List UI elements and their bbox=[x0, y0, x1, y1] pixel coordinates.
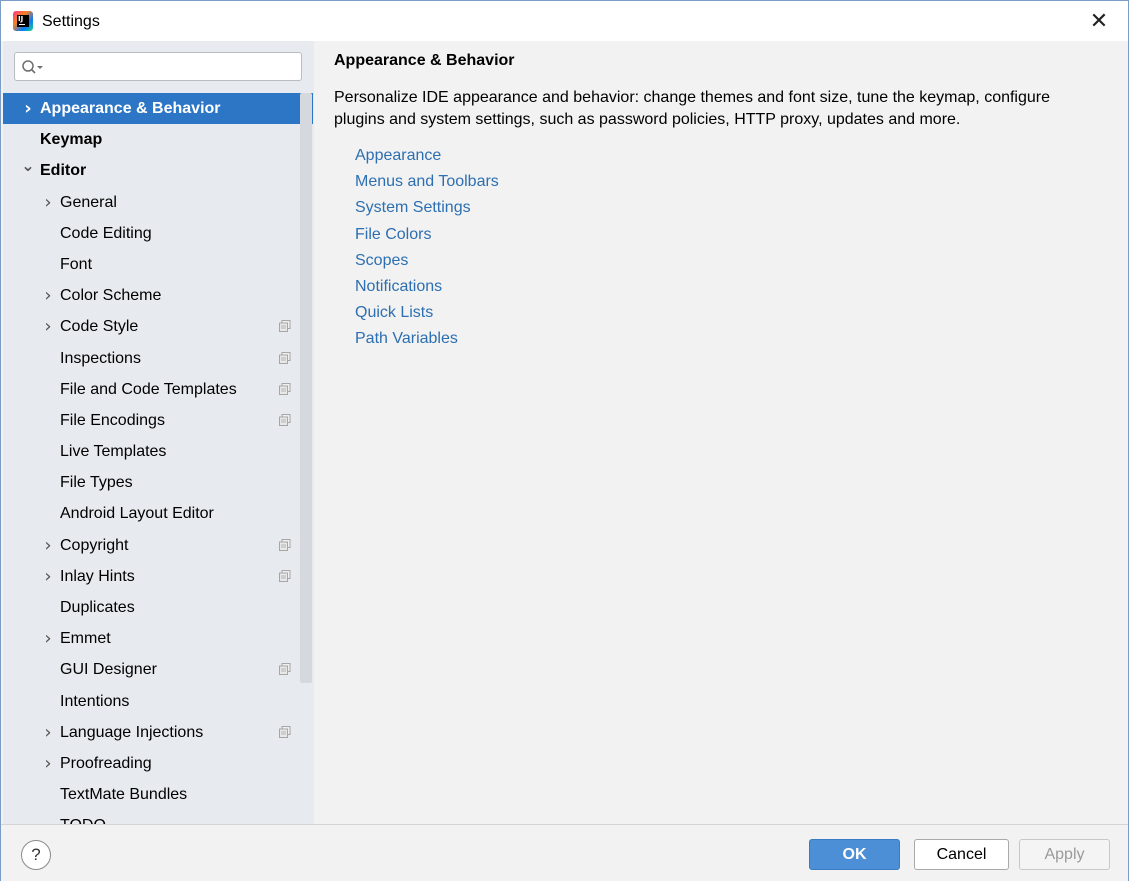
sidebar-item-file-and-code-templates[interactable]: File and Code Templates bbox=[3, 374, 299, 405]
link-file-colors[interactable]: File Colors bbox=[355, 222, 499, 248]
sidebar-item-label: GUI Designer bbox=[60, 661, 157, 679]
sidebar-item-label: File Encodings bbox=[60, 411, 165, 429]
sidebar-item-inspections[interactable]: Inspections bbox=[3, 343, 299, 374]
link-notifications[interactable]: Notifications bbox=[355, 274, 499, 300]
settings-links: Appearance Menus and Toolbars System Setti… bbox=[355, 143, 499, 353]
sidebar-item-appearance-behavior[interactable]: › Appearance & Behavior bbox=[3, 93, 313, 125]
sidebar-item-android-layout-editor[interactable]: Android Layout Editor bbox=[3, 498, 299, 529]
chevron-right-icon[interactable]: › bbox=[21, 93, 35, 124]
sidebar-item-color-scheme[interactable]: › Color Scheme bbox=[3, 280, 299, 311]
sidebar-item-label: General bbox=[60, 193, 117, 211]
chevron-right-icon[interactable]: › bbox=[41, 311, 55, 342]
sidebar-item-label: File and Code Templates bbox=[60, 380, 237, 398]
sidebar-item-label: Copyright bbox=[60, 536, 129, 554]
sidebar-item-editor[interactable]: ⌄ Editor bbox=[3, 155, 299, 186]
search-icon bbox=[22, 60, 43, 74]
intellij-app-icon: IJ bbox=[13, 11, 33, 31]
sidebar-item-label: Proofreading bbox=[60, 754, 152, 772]
sidebar-item-file-encodings[interactable]: File Encodings bbox=[3, 405, 299, 436]
sidebar-item-todo[interactable]: TODO bbox=[3, 810, 299, 824]
chevron-right-icon[interactable]: › bbox=[41, 280, 55, 311]
dialog-footer: ? OK Cancel Apply bbox=[1, 824, 1128, 881]
sidebar-item-label: Code Style bbox=[60, 318, 139, 336]
sidebar-item-code-editing[interactable]: Code Editing bbox=[3, 218, 299, 249]
chevron-right-icon[interactable]: › bbox=[41, 530, 55, 561]
close-icon[interactable]: ✕ bbox=[1084, 7, 1114, 37]
settings-dialog: IJ Settings ✕ › Appearance & Behavior Keym… bbox=[0, 0, 1129, 881]
title-bar: IJ Settings ✕ bbox=[1, 1, 1128, 41]
sidebar-item-label: Live Templates bbox=[60, 443, 167, 461]
sidebar-item-font[interactable]: Font bbox=[3, 249, 299, 280]
sidebar-item-label: Keymap bbox=[40, 131, 103, 149]
project-settings-icon bbox=[279, 320, 291, 333]
link-scopes[interactable]: Scopes bbox=[355, 248, 499, 274]
sidebar-item-code-style[interactable]: › Code Style bbox=[3, 311, 299, 342]
link-path-variables[interactable]: Path Variables bbox=[355, 326, 499, 352]
sidebar-item-label: TextMate Bundles bbox=[60, 786, 188, 804]
project-settings-icon bbox=[279, 569, 291, 582]
page-title: Appearance & Behavior bbox=[334, 52, 515, 69]
sidebar-item-label: Appearance & Behavior bbox=[40, 100, 221, 117]
project-settings-icon bbox=[279, 725, 291, 738]
sidebar-item-proofreading[interactable]: › Proofreading bbox=[3, 748, 299, 779]
project-settings-icon bbox=[279, 663, 291, 676]
sidebar-item-label: Inspections bbox=[60, 349, 141, 367]
project-settings-icon bbox=[279, 413, 291, 426]
sidebar-item-copyright[interactable]: › Copyright bbox=[3, 530, 299, 561]
window-title: Settings bbox=[42, 13, 100, 30]
chevron-right-icon[interactable]: › bbox=[41, 623, 55, 654]
help-button[interactable]: ? bbox=[21, 840, 51, 870]
sidebar-item-label: Intentions bbox=[60, 692, 130, 710]
sidebar-item-textmate-bundles[interactable]: TextMate Bundles bbox=[3, 779, 299, 810]
sidebar-item-emmet[interactable]: › Emmet bbox=[3, 623, 299, 654]
chevron-down-icon[interactable]: ⌄ bbox=[21, 155, 35, 186]
cancel-button[interactable]: Cancel bbox=[914, 839, 1009, 870]
content-panel: Appearance & Behavior Personalize IDE ap… bbox=[314, 41, 1128, 824]
sidebar-item-label: TODO bbox=[60, 810, 106, 824]
sidebar-item-keymap[interactable]: Keymap bbox=[3, 124, 299, 155]
sidebar-item-intentions[interactable]: Intentions bbox=[3, 686, 299, 717]
sidebar-item-live-templates[interactable]: Live Templates bbox=[3, 436, 299, 467]
project-settings-icon bbox=[279, 538, 291, 551]
link-system-settings[interactable]: System Settings bbox=[355, 195, 499, 221]
chevron-right-icon[interactable]: › bbox=[41, 717, 55, 748]
sidebar-item-label: Language Injections bbox=[60, 723, 204, 741]
sidebar-item-gui-designer[interactable]: GUI Designer bbox=[3, 654, 299, 685]
settings-tree: › Appearance & Behavior Keymap ⌄ Editor › Gene… bbox=[3, 93, 313, 824]
link-appearance[interactable]: Appearance bbox=[355, 143, 499, 169]
sidebar-item-file-types[interactable]: File Types bbox=[3, 467, 299, 498]
sidebar-item-language-injections[interactable]: › Language Injections bbox=[3, 717, 299, 748]
sidebar-item-label: Duplicates bbox=[60, 599, 135, 616]
sidebar-item-label: Color Scheme bbox=[60, 287, 162, 305]
sidebar-item-label: Inlay Hints bbox=[60, 567, 135, 585]
project-settings-icon bbox=[279, 351, 291, 364]
sidebar-item-duplicates[interactable]: Duplicates bbox=[3, 592, 299, 623]
sidebar-item-general[interactable]: › General bbox=[3, 187, 299, 218]
sidebar-item-label: Code Editing bbox=[60, 224, 152, 242]
chevron-right-icon[interactable]: › bbox=[41, 748, 55, 779]
sidebar-item-inlay-hints[interactable]: › Inlay Hints bbox=[3, 561, 299, 592]
sidebar-item-label: Android Layout Editor bbox=[60, 505, 214, 523]
search-input[interactable] bbox=[14, 52, 302, 81]
settings-sidebar: › Appearance & Behavior Keymap ⌄ Editor › Gene… bbox=[3, 41, 314, 824]
link-menus-and-toolbars[interactable]: Menus and Toolbars bbox=[355, 169, 499, 195]
sidebar-scrollbar[interactable] bbox=[300, 93, 312, 683]
apply-button[interactable]: Apply bbox=[1019, 839, 1110, 870]
sidebar-item-label: Font bbox=[60, 255, 93, 273]
chevron-right-icon[interactable]: › bbox=[41, 187, 55, 218]
link-quick-lists[interactable]: Quick Lists bbox=[355, 300, 499, 326]
ok-button[interactable]: OK bbox=[809, 839, 900, 870]
sidebar-item-label: Editor bbox=[40, 162, 87, 180]
page-description: Personalize IDE appearance and behavior:… bbox=[334, 89, 1051, 128]
chevron-right-icon[interactable]: › bbox=[41, 561, 55, 592]
sidebar-item-label: Emmet bbox=[60, 630, 111, 648]
project-settings-icon bbox=[279, 382, 291, 395]
sidebar-item-label: File Types bbox=[60, 474, 133, 492]
